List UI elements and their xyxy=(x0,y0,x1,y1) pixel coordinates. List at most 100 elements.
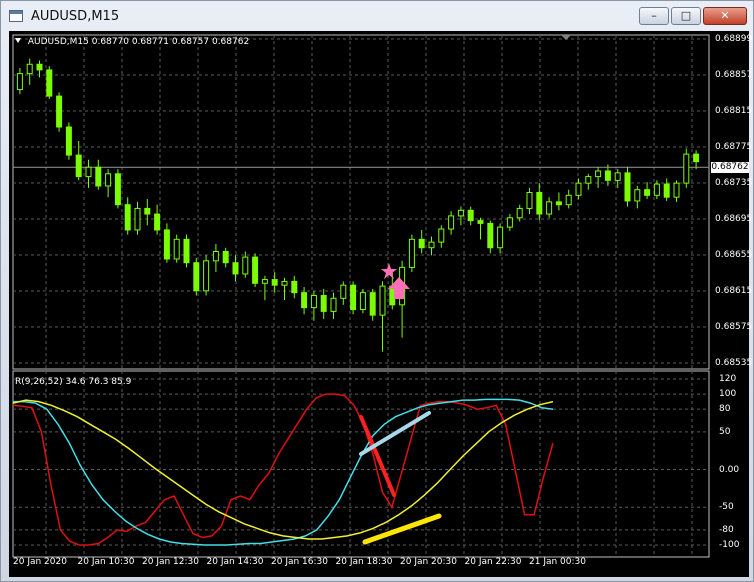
candle-up xyxy=(281,280,288,286)
ohlc-values: 0.68770 0.68771 0.68757 0.68762 xyxy=(91,37,250,47)
time-tick-label: 20 Jan 20:30 xyxy=(400,557,457,567)
candle-up xyxy=(673,182,680,198)
osc-tick-label: -80 xyxy=(719,524,734,535)
candle-up xyxy=(614,172,621,181)
oscillator-header: R(9,26,52) 34.6 76.3 85.9 xyxy=(15,377,132,387)
chart-window-icon xyxy=(9,10,23,22)
candle-down xyxy=(536,192,543,215)
candle-up xyxy=(595,170,602,178)
candle-down xyxy=(624,172,631,202)
candle-up xyxy=(85,166,92,178)
candle-up xyxy=(683,153,690,184)
candle-down xyxy=(46,69,53,97)
candle-up xyxy=(16,73,23,91)
close-button[interactable]: ✕ xyxy=(703,7,747,25)
chart-window: AUDUSD,M15 – □ ✕ AUDUSD,M15 0.68770 0.68… xyxy=(0,0,754,582)
candle-up xyxy=(516,207,523,219)
candle-up xyxy=(546,201,553,215)
candle-down xyxy=(301,292,308,309)
candle-down xyxy=(232,262,239,275)
candle-down xyxy=(124,204,131,231)
candle-up xyxy=(105,173,112,187)
candle-up xyxy=(565,194,572,206)
price-tick-label: 0.68615 xyxy=(715,286,753,296)
candle-up xyxy=(242,256,249,275)
red-trendline-annotation xyxy=(359,415,396,497)
candle-up xyxy=(379,285,386,316)
scroll-marker-icon xyxy=(561,35,571,40)
time-tick-label: 20 Jan 12:30 xyxy=(142,557,199,567)
osc-tick-label: -100 xyxy=(719,540,740,550)
star-annotation-icon xyxy=(381,263,397,279)
price-tick-label: 0.68775 xyxy=(715,142,753,152)
symbol-label: AUDUSD,M15 xyxy=(27,37,89,47)
chart-plot[interactable] xyxy=(9,31,749,577)
candle-up xyxy=(653,183,660,196)
osc-tick-label: 120 xyxy=(719,374,737,384)
candle-down xyxy=(36,63,43,71)
price-tick-label: 0.68655 xyxy=(715,250,753,260)
candle-down xyxy=(183,238,190,264)
candle-down xyxy=(350,284,357,311)
candle-down xyxy=(75,154,82,178)
candle-up xyxy=(261,279,268,284)
time-tick-label: 21 Jan 00:30 xyxy=(529,557,586,567)
price-tick-label: 0.68735 xyxy=(715,178,753,188)
price-tick-label: 0.68815 xyxy=(715,106,753,116)
candle-down xyxy=(252,256,259,284)
candle-up xyxy=(359,292,366,311)
candle-down xyxy=(65,126,72,156)
candle-up xyxy=(212,250,219,262)
price-tick-label: 0.68899 xyxy=(715,34,753,44)
candle-up xyxy=(330,297,337,312)
last-price-label: 0.68762 xyxy=(711,162,749,174)
candle-up xyxy=(134,207,141,231)
candle-down xyxy=(693,153,700,163)
candle-down xyxy=(487,222,494,249)
lightblue-trendline-annotation xyxy=(359,411,431,456)
candle-up xyxy=(585,176,592,184)
candle-down xyxy=(56,95,63,128)
candle-down xyxy=(467,209,474,222)
osc-tick-label: 50 xyxy=(719,426,731,437)
dropdown-triangle-icon[interactable] xyxy=(15,38,21,43)
candle-down xyxy=(144,207,151,215)
candle-down xyxy=(291,280,298,294)
chart-header: AUDUSD,M15 0.68770 0.68771 0.68757 0.687… xyxy=(15,37,249,47)
yellow-trendline-annotation xyxy=(362,513,442,545)
candle-down xyxy=(222,250,229,264)
maximize-button[interactable]: □ xyxy=(671,7,701,25)
window-title: AUDUSD,M15 xyxy=(31,9,120,24)
time-tick-label: 20 Jan 16:30 xyxy=(271,557,328,567)
price-tick-label: 0.68575 xyxy=(715,322,753,332)
candle-up xyxy=(340,284,347,299)
candle-down xyxy=(369,292,376,316)
price-tick-label: 0.68695 xyxy=(715,214,753,224)
candle-up xyxy=(506,217,513,228)
candle-down xyxy=(114,173,121,206)
candle-up xyxy=(575,182,582,196)
time-tick-label: 20 Jan 2020 xyxy=(13,557,67,567)
candle-up xyxy=(448,215,455,230)
time-tick-label: 20 Jan 22:30 xyxy=(464,557,522,567)
candle-down xyxy=(477,220,484,224)
candle-down xyxy=(644,189,651,196)
candle-up xyxy=(408,238,415,268)
candle-down xyxy=(663,183,670,198)
price-tick-label: 0.68535 xyxy=(715,358,753,368)
candle-down xyxy=(320,294,327,312)
price-tick-label: 0.68857 xyxy=(715,70,753,80)
osc-tick-label: -50 xyxy=(719,502,734,513)
chart-canvas[interactable]: AUDUSD,M15 0.68770 0.68771 0.68757 0.687… xyxy=(9,31,753,577)
candle-up xyxy=(428,241,435,249)
candle-up xyxy=(457,209,464,217)
minimize-button[interactable]: – xyxy=(639,7,669,25)
oscillator-panel-border xyxy=(12,370,710,558)
candle-down xyxy=(555,201,562,206)
candle-up xyxy=(438,228,445,243)
candle-down xyxy=(163,229,170,260)
osc-tick-label: 80 xyxy=(719,404,731,415)
title-bar[interactable]: AUDUSD,M15 – □ ✕ xyxy=(1,1,753,31)
candle-up xyxy=(526,192,533,209)
candle-down xyxy=(271,279,278,286)
